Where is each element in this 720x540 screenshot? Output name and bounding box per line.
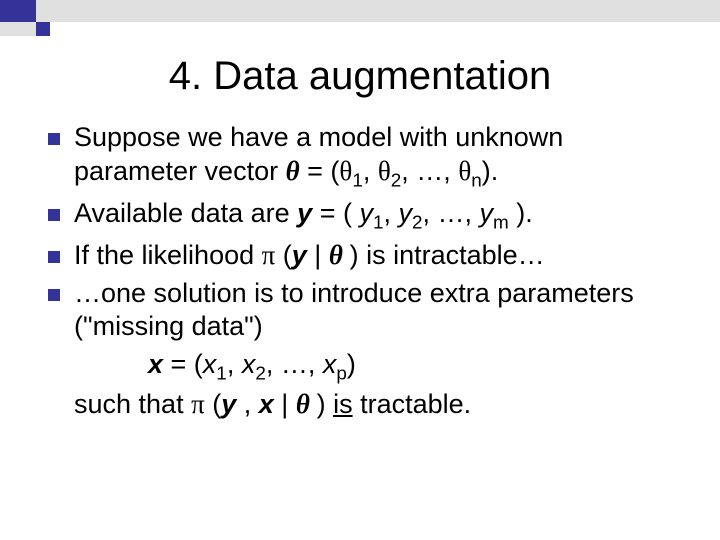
accent-mid-bar bbox=[0, 22, 720, 36]
b2-text-d: , …, bbox=[423, 198, 480, 228]
bullet-icon bbox=[48, 251, 60, 263]
bullet-icon bbox=[48, 209, 60, 221]
b4-text-a: …one solution is to introduce extra para… bbox=[74, 278, 634, 342]
b1-theta: θ bbox=[286, 156, 300, 186]
b4-s2: 2 bbox=[255, 363, 266, 384]
b4-ic: , …, bbox=[266, 349, 323, 379]
b2-y1: y bbox=[359, 198, 373, 228]
bullet-icon bbox=[48, 289, 60, 301]
b4c-is: is bbox=[333, 389, 353, 419]
b2-y2: y bbox=[399, 198, 413, 228]
b4-x2: x bbox=[242, 349, 256, 379]
b1-t1: θ bbox=[339, 156, 352, 186]
b4c-pi: π bbox=[191, 389, 205, 419]
b3-text-d: ) is intractable… bbox=[350, 240, 545, 270]
bullet-1: Suppose we have a model with unknown par… bbox=[48, 121, 682, 193]
bullet-icon bbox=[48, 133, 60, 145]
bullet-4: …one solution is to introduce extra para… bbox=[48, 277, 682, 345]
b2-s2: 2 bbox=[412, 212, 423, 233]
b4-xp: x bbox=[323, 349, 337, 379]
slide: 4. Data augmentation Suppose we have a m… bbox=[0, 0, 720, 540]
slide-body: Suppose we have a model with unknown par… bbox=[0, 121, 720, 422]
b3-theta: θ bbox=[329, 240, 350, 270]
b4-x1: x bbox=[203, 349, 217, 379]
b2-text-c: , bbox=[383, 198, 398, 228]
bullet-2: Available data are y = ( y1, y2, …, ym )… bbox=[48, 197, 682, 235]
b4c-b: ( bbox=[205, 389, 222, 419]
b3-text-b: ( bbox=[275, 240, 292, 270]
b3-pi: π bbox=[262, 240, 276, 270]
b2-text-b: = ( bbox=[312, 198, 359, 228]
bullet-3: If the likelihood π (y | θ ) is intracta… bbox=[48, 239, 682, 273]
b4c-x: x bbox=[259, 389, 274, 419]
b4c-a: such that bbox=[74, 389, 191, 419]
b4c-e: ) bbox=[317, 389, 334, 419]
b1-text-b: = ( bbox=[300, 156, 340, 186]
b2-ym: y bbox=[480, 198, 494, 228]
b1-t2: θ bbox=[378, 156, 391, 186]
slide-title: 4. Data augmentation bbox=[0, 54, 720, 99]
accent-top-bar bbox=[0, 0, 720, 22]
b4-id: ) bbox=[347, 349, 356, 379]
b4-ia: = ( bbox=[163, 349, 203, 379]
b1-text-e: ). bbox=[482, 156, 499, 186]
b1-s2: 2 bbox=[391, 170, 402, 191]
b3-text-c: | bbox=[307, 240, 329, 270]
b2-text-e: ). bbox=[509, 198, 533, 228]
b4-s1: 1 bbox=[216, 363, 227, 384]
b2-sm: m bbox=[493, 212, 509, 233]
b3-y: y bbox=[292, 240, 307, 270]
b2-y: y bbox=[297, 198, 312, 228]
b4-ib: , bbox=[227, 349, 242, 379]
b4-x: x bbox=[148, 349, 163, 379]
b1-text-d: , …, bbox=[401, 156, 458, 186]
b1-sn: n bbox=[471, 170, 482, 191]
b2-s1: 1 bbox=[373, 212, 384, 233]
b4c-d: | bbox=[274, 389, 296, 419]
b4c-f: tractable. bbox=[353, 389, 472, 419]
bullet-4-indent: x = (x1, x2, …, xp) bbox=[148, 348, 682, 386]
b4-sp: p bbox=[336, 363, 347, 384]
b3-text-a: If the likelihood bbox=[74, 240, 262, 270]
b1-s1: 1 bbox=[352, 170, 363, 191]
b2-text-a: Available data are bbox=[74, 198, 297, 228]
b4c-c: , bbox=[244, 389, 259, 419]
b1-text-c: , bbox=[363, 156, 378, 186]
b4c-y: y bbox=[221, 389, 244, 419]
b1-tn: θ bbox=[458, 156, 471, 186]
bullet-4-continue: such that π (y , x | θ ) is tractable. bbox=[74, 388, 682, 422]
b4c-theta: θ bbox=[296, 389, 317, 419]
